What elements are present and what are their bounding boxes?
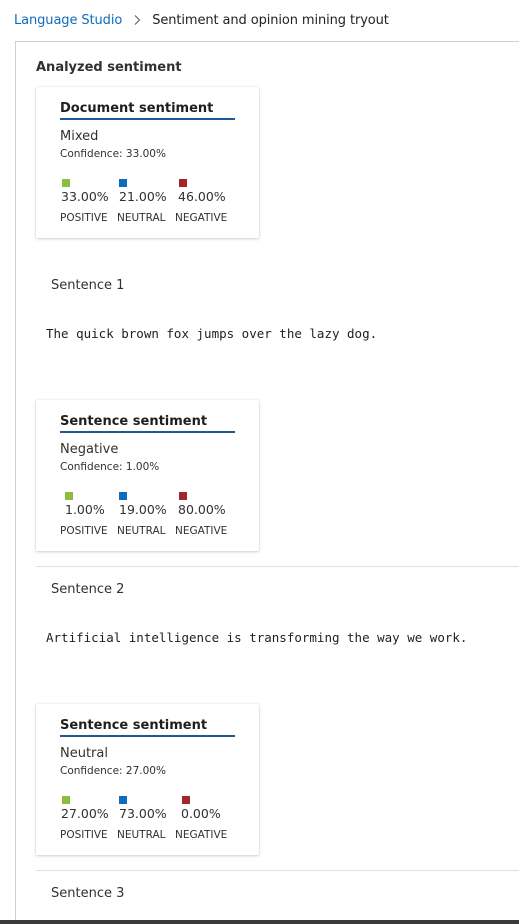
positive-label: POSITIVE — [60, 212, 108, 224]
divider — [36, 870, 519, 871]
breadcrumb-current-page: Sentiment and opinion mining tryout — [152, 12, 389, 28]
breadcrumb: Language Studio Sentiment and opinion mi… — [14, 11, 389, 29]
positive-swatch-icon — [62, 179, 70, 187]
sentence-heading: Sentence 2 — [51, 582, 125, 597]
sentence-heading: Sentence 1 — [51, 278, 125, 293]
neutral-swatch-icon — [119, 492, 127, 500]
neutral-score: 73.00% — [119, 806, 167, 821]
chevron-right-icon — [128, 11, 146, 29]
positive-swatch-icon — [65, 492, 73, 500]
positive-score: 27.00% — [61, 806, 109, 821]
confidence-text: Confidence: 33.00% — [60, 148, 166, 160]
neutral-swatch-icon — [119, 179, 127, 187]
positive-score: 1.00% — [65, 502, 105, 517]
negative-label: NEGATIVE — [175, 212, 228, 224]
confidence-text: Confidence: 1.00% — [60, 461, 160, 473]
confidence-text: Confidence: 27.00% — [60, 765, 166, 777]
negative-swatch-icon — [179, 492, 187, 500]
sentiment-label: Mixed — [60, 129, 99, 144]
positive-swatch-icon — [62, 796, 70, 804]
card-title: Sentence sentiment — [60, 718, 235, 737]
results-panel: Analyzed sentiment Document sentiment Mi… — [15, 41, 519, 924]
positive-score: 33.00% — [61, 189, 109, 204]
neutral-label: NEUTRAL — [117, 212, 166, 224]
neutral-score: 21.00% — [119, 189, 167, 204]
sentence-heading: Sentence 3 — [51, 886, 125, 901]
neutral-label: NEUTRAL — [117, 829, 166, 841]
negative-score: 80.00% — [178, 502, 226, 517]
sentiment-label: Neutral — [60, 746, 108, 761]
negative-score: 46.00% — [178, 189, 226, 204]
sentiment-label: Negative — [60, 442, 119, 457]
divider — [36, 566, 519, 567]
negative-swatch-icon — [182, 796, 190, 804]
window-bottom-edge — [0, 920, 519, 924]
negative-swatch-icon — [179, 179, 187, 187]
negative-label: NEGATIVE — [175, 829, 228, 841]
card-title: Document sentiment — [60, 101, 235, 120]
sentence-sentiment-card: Sentence sentiment Negative Confidence: … — [36, 400, 259, 551]
negative-label: NEGATIVE — [175, 525, 228, 537]
negative-score: 0.00% — [181, 806, 221, 821]
sentence-sentiment-card: Sentence sentiment Neutral Confidence: 2… — [36, 704, 259, 855]
sentence-text: The quick brown fox jumps over the lazy … — [46, 326, 378, 341]
neutral-score: 19.00% — [119, 502, 167, 517]
document-sentiment-card: Document sentiment Mixed Confidence: 33.… — [36, 87, 259, 238]
card-title: Sentence sentiment — [60, 414, 235, 433]
breadcrumb-language-studio-link[interactable]: Language Studio — [14, 13, 122, 28]
section-title: Analyzed sentiment — [36, 60, 182, 75]
neutral-swatch-icon — [119, 796, 127, 804]
sentence-text: Artificial intelligence is transforming … — [46, 630, 468, 645]
positive-label: POSITIVE — [60, 525, 108, 537]
page: Language Studio Sentiment and opinion mi… — [0, 0, 519, 924]
positive-label: POSITIVE — [60, 829, 108, 841]
neutral-label: NEUTRAL — [117, 525, 166, 537]
